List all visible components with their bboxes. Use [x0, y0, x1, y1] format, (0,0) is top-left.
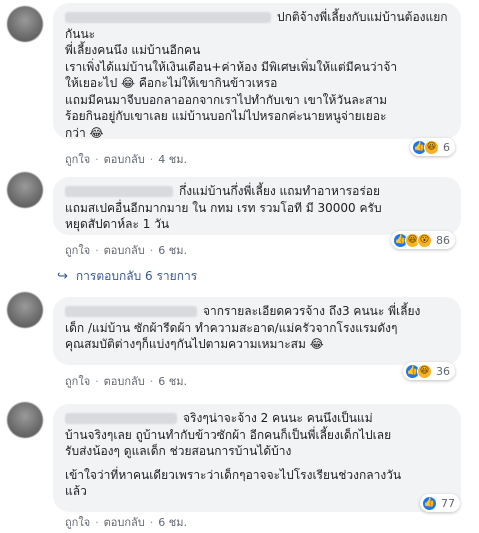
like-link[interactable]: ถูกใจ [65, 372, 90, 390]
comment-text: ให้เยอะไป 😂 คือกะไม่ให้เขากินข้าวเหรอ [65, 76, 278, 90]
separator: · [149, 374, 154, 388]
comment-text: บ้านจริงๆเลย ถูบ้านทำกับข้าวซักผ้า อีกคน… [65, 427, 392, 442]
timestamp[interactable]: 6 ชม. [158, 372, 187, 390]
comment-text: กว่า 😂 [65, 125, 104, 140]
comment-text: เราเพิ่งได้แม่บ้านให้เงินเดือน+ค่าห้อง ม… [65, 59, 398, 74]
comment-text: เข้าใจว่าที่หาคนเดียวเพราะว่าเด็กๆอาจจะไ… [65, 467, 402, 482]
comment-text: แถมสเปคอื่นอีกมากมาย ใน กทม เรท รวมโอที … [65, 200, 382, 215]
commenter-avatar[interactable] [7, 402, 43, 438]
comment-actions: ถูกใจ · ตอบกลับ · 6 ชม. [65, 513, 187, 531]
reaction-count: 77 [441, 496, 455, 510]
like-link[interactable]: ถูกใจ [65, 241, 90, 259]
reply-link[interactable]: ตอบกลับ [104, 513, 145, 531]
like-link[interactable]: ถูกใจ [65, 513, 90, 531]
separator: · [95, 515, 99, 529]
comment-text: กึ่งแม่บ้านกึ่งพี่เลี้ยง แถมทำอาหารอร่อย [179, 184, 381, 198]
separator: · [95, 243, 99, 257]
commenter-avatar[interactable] [7, 172, 43, 208]
commenter-name-redacted[interactable] [65, 12, 271, 23]
reaction-count: 86 [436, 233, 450, 247]
view-replies-link[interactable]: ↪ การตอบกลับ 6 รายการ [57, 267, 197, 286]
comment-text: เด็ก /แม่บ้าน ซักผ้ารีดผ้า ทำความสะอาด/แ… [65, 320, 398, 335]
comment-bubble: จากรายละเอียดควรจ้าง ถึง3 คนนะ พี่เลี้ยง… [53, 297, 461, 365]
comment-bubble: ปกติจ้างพี่เลี้ยงกับแม่บ้านต้องแยกกันนะ … [53, 3, 461, 140]
commenter-name-redacted[interactable] [65, 186, 173, 197]
comment-text: พี่เลี้ยงคนนึง แม่บ้านอีกคน [65, 43, 201, 57]
haha-icon: 😆 [417, 363, 432, 379]
commenter-name-redacted[interactable] [65, 413, 177, 424]
commenter-avatar[interactable] [7, 6, 43, 42]
comment-text: จากรายละเอียดควรจ้าง ถึง3 คนนะ พี่เลี้ยง [203, 304, 421, 318]
comment-text: แถมมีคนมาจีบบอกลาออกจากเราไปทำกับเขา เขา… [65, 92, 388, 107]
comment-bubble: กึ่งแม่บ้านกึ่งพี่เลี้ยง แถมทำอาหารอร่อย… [53, 177, 461, 235]
comment-text: จริงๆน่าจะจ้าง 2 คนนะ คนนึงเป็นแม่ [183, 411, 373, 425]
reply-link[interactable]: ตอบกลับ [104, 150, 145, 168]
timestamp[interactable]: 6 ชม. [158, 513, 187, 531]
separator: · [95, 374, 99, 388]
commenter-avatar[interactable] [7, 292, 43, 328]
commenter-name-redacted[interactable] [65, 306, 197, 317]
separator: · [95, 152, 99, 166]
comment-bubble: จริงๆน่าจะจ้าง 2 คนนะ คนนึงเป็นแม่ บ้านจ… [53, 404, 461, 512]
reaction-count: 6 [443, 140, 450, 154]
reply-link[interactable]: ตอบกลับ [104, 241, 145, 259]
comment-text: หยุดสัปดาห์ละ 1 วัน [65, 217, 170, 231]
timestamp[interactable]: 4 ชม. [158, 150, 187, 168]
like-link[interactable]: ถูกใจ [65, 150, 90, 168]
timestamp[interactable]: 6 ชม. [158, 241, 187, 259]
comment-text: แล้ว [65, 484, 87, 498]
reaction-count: 36 [436, 364, 450, 378]
reaction-summary[interactable]: 👍 77 [420, 494, 460, 512]
separator: · [149, 515, 154, 529]
haha-icon: 😆 [424, 139, 439, 155]
comment-actions: ถูกใจ · ตอบกลับ · 6 ชม. [65, 241, 187, 259]
like-icon: 👍 [422, 495, 437, 511]
separator: · [149, 152, 154, 166]
reply-arrow-icon: ↪ [57, 269, 68, 284]
reaction-summary[interactable]: 👍 😆 6 [410, 138, 455, 156]
reaction-summary[interactable]: 👍 😆 😮 86 [391, 231, 455, 249]
wow-icon: 😮 [417, 232, 432, 248]
comment-actions: ถูกใจ · ตอบกลับ · 4 ชม. [65, 150, 187, 168]
separator: · [149, 243, 154, 257]
reaction-summary[interactable]: 👍 😆 36 [403, 362, 455, 380]
view-replies-label: การตอบกลับ 6 รายการ [75, 269, 198, 283]
comment-text: ร้อยกินอยู่กับเขาเลย แม่บ้านบอกไม่ไปหรอก… [65, 109, 387, 123]
comment-text: คุณสมบัติต่างๆก็แบ่งๆกันไปตามความเหมาะสม… [65, 337, 324, 351]
comment-text: รับส่งน้องๆ ดูแลเด็ก ช่วยสอนการบ้านได้บ้… [65, 444, 292, 458]
comment-actions: ถูกใจ · ตอบกลับ · 6 ชม. [65, 372, 187, 390]
reply-link[interactable]: ตอบกลับ [104, 372, 145, 390]
